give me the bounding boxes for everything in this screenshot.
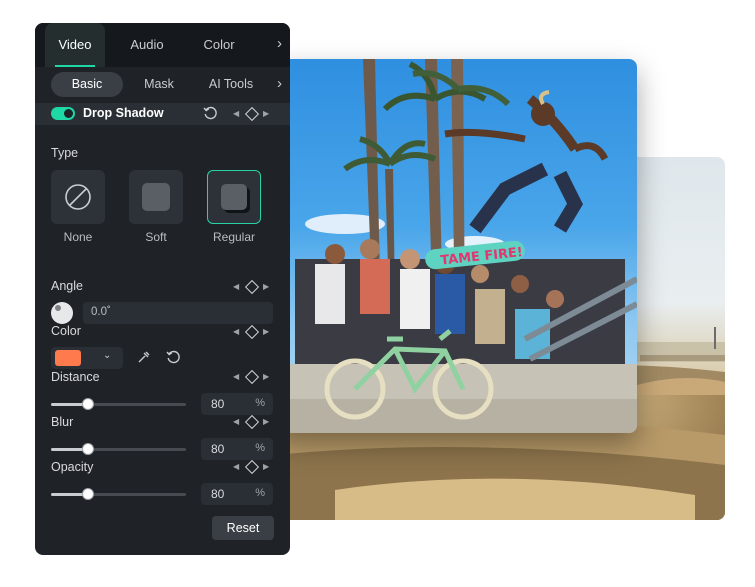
angle-keyframe-nav[interactable]: ◀ ▶ — [233, 279, 271, 295]
regular-shadow-icon — [221, 184, 247, 210]
eyedropper-icon[interactable] — [136, 350, 151, 365]
opacity-slider[interactable] — [51, 488, 186, 500]
type-soft-option[interactable] — [129, 170, 183, 224]
main-tabs: Video Audio Color › — [35, 23, 290, 67]
tab-video[interactable]: Video — [45, 23, 105, 67]
distance-label: Distance — [51, 370, 100, 384]
angle-dial[interactable] — [51, 302, 73, 324]
tab-color[interactable]: Color — [189, 23, 249, 67]
keyframe-nav[interactable]: ◀ ▶ — [233, 106, 271, 122]
subtab-mask[interactable]: Mask — [131, 72, 187, 97]
color-keyframe-nav[interactable]: ◀ ▶ — [233, 324, 271, 340]
prev-keyframe-icon[interactable]: ◀ — [233, 109, 239, 118]
reset-section-icon[interactable] — [203, 106, 218, 121]
add-keyframe-icon[interactable] — [244, 106, 260, 122]
subtab-basic[interactable]: Basic — [51, 72, 123, 97]
angle-input[interactable]: 0.0˚ — [83, 302, 273, 324]
distance-slider[interactable] — [51, 398, 186, 410]
type-regular-option[interactable] — [207, 170, 261, 224]
distance-input[interactable]: 80% — [201, 393, 273, 415]
reset-color-icon[interactable] — [166, 350, 181, 365]
type-none-label: None — [63, 230, 93, 244]
soft-shadow-icon — [142, 183, 170, 211]
angle-label: Angle — [51, 279, 83, 293]
blur-slider-thumb[interactable] — [82, 443, 95, 455]
sub-tabs: Basic Mask AI Tools › — [35, 67, 290, 103]
tabs-scroll-right-icon[interactable]: › — [277, 23, 282, 67]
reset-button[interactable]: Reset — [212, 516, 274, 540]
opacity-input[interactable]: 80% — [201, 483, 273, 505]
drop-shadow-row: Drop Shadow ◀ ▶ — [35, 103, 290, 125]
drop-shadow-label: Drop Shadow — [83, 106, 164, 120]
type-none-option[interactable] — [51, 170, 105, 224]
type-soft-label: Soft — [145, 230, 167, 244]
tab-audio[interactable]: Audio — [117, 23, 177, 67]
color-dropdown[interactable]: ⌄ — [51, 347, 123, 369]
chevron-down-icon: ⌄ — [103, 350, 112, 361]
blur-keyframe-nav[interactable]: ◀ ▶ — [233, 414, 271, 430]
blur-slider[interactable] — [51, 443, 186, 455]
opacity-slider-thumb[interactable] — [82, 488, 95, 500]
preview-photo: TAME FIRE! — [275, 59, 637, 433]
subtabs-scroll-right-icon[interactable]: › — [277, 67, 282, 103]
opacity-label: Opacity — [51, 460, 94, 474]
type-regular-label: Regular — [212, 230, 256, 244]
drop-shadow-toggle[interactable] — [51, 107, 75, 120]
none-icon — [65, 184, 91, 210]
type-label: Type — [51, 146, 79, 160]
properties-panel: Video Audio Color › Basic Mask AI Tools … — [35, 23, 290, 555]
distance-slider-thumb[interactable] — [82, 398, 95, 410]
opacity-keyframe-nav[interactable]: ◀ ▶ — [233, 459, 271, 475]
color-label: Color — [51, 324, 81, 338]
color-swatch — [55, 350, 81, 366]
blur-label: Blur — [51, 415, 74, 429]
blur-input[interactable]: 80% — [201, 438, 273, 460]
next-keyframe-icon[interactable]: ▶ — [263, 109, 269, 118]
distance-keyframe-nav[interactable]: ◀ ▶ — [233, 369, 271, 385]
subtab-ai-tools[interactable]: AI Tools — [199, 72, 263, 97]
